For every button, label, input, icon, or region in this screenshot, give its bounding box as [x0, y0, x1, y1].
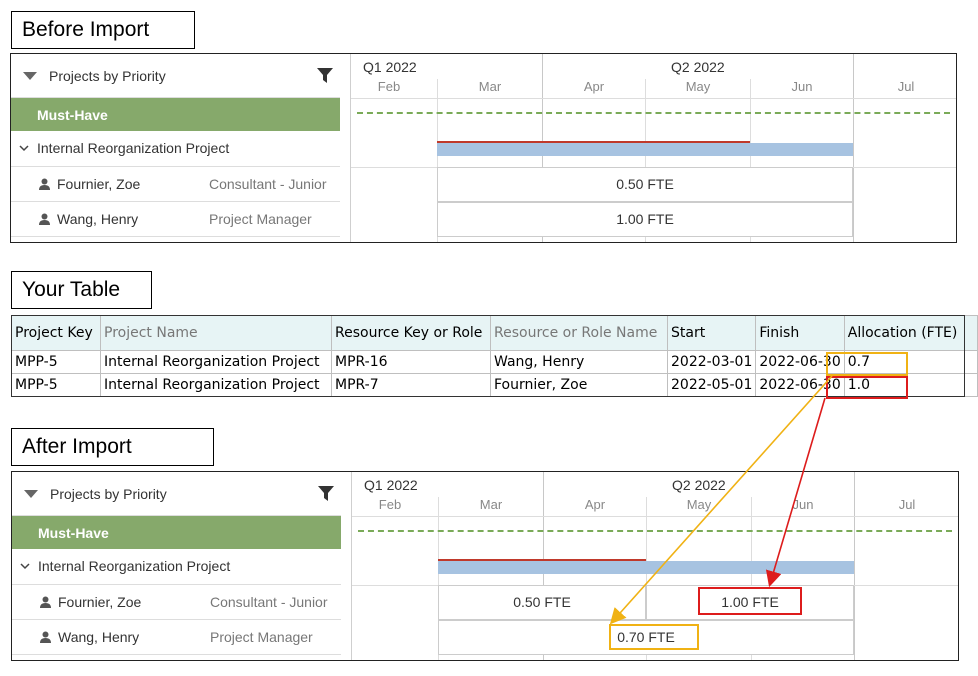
arrow-overlay	[609, 375, 833, 625]
arrow-yellow	[609, 375, 833, 625]
arrow-red	[765, 397, 826, 588]
